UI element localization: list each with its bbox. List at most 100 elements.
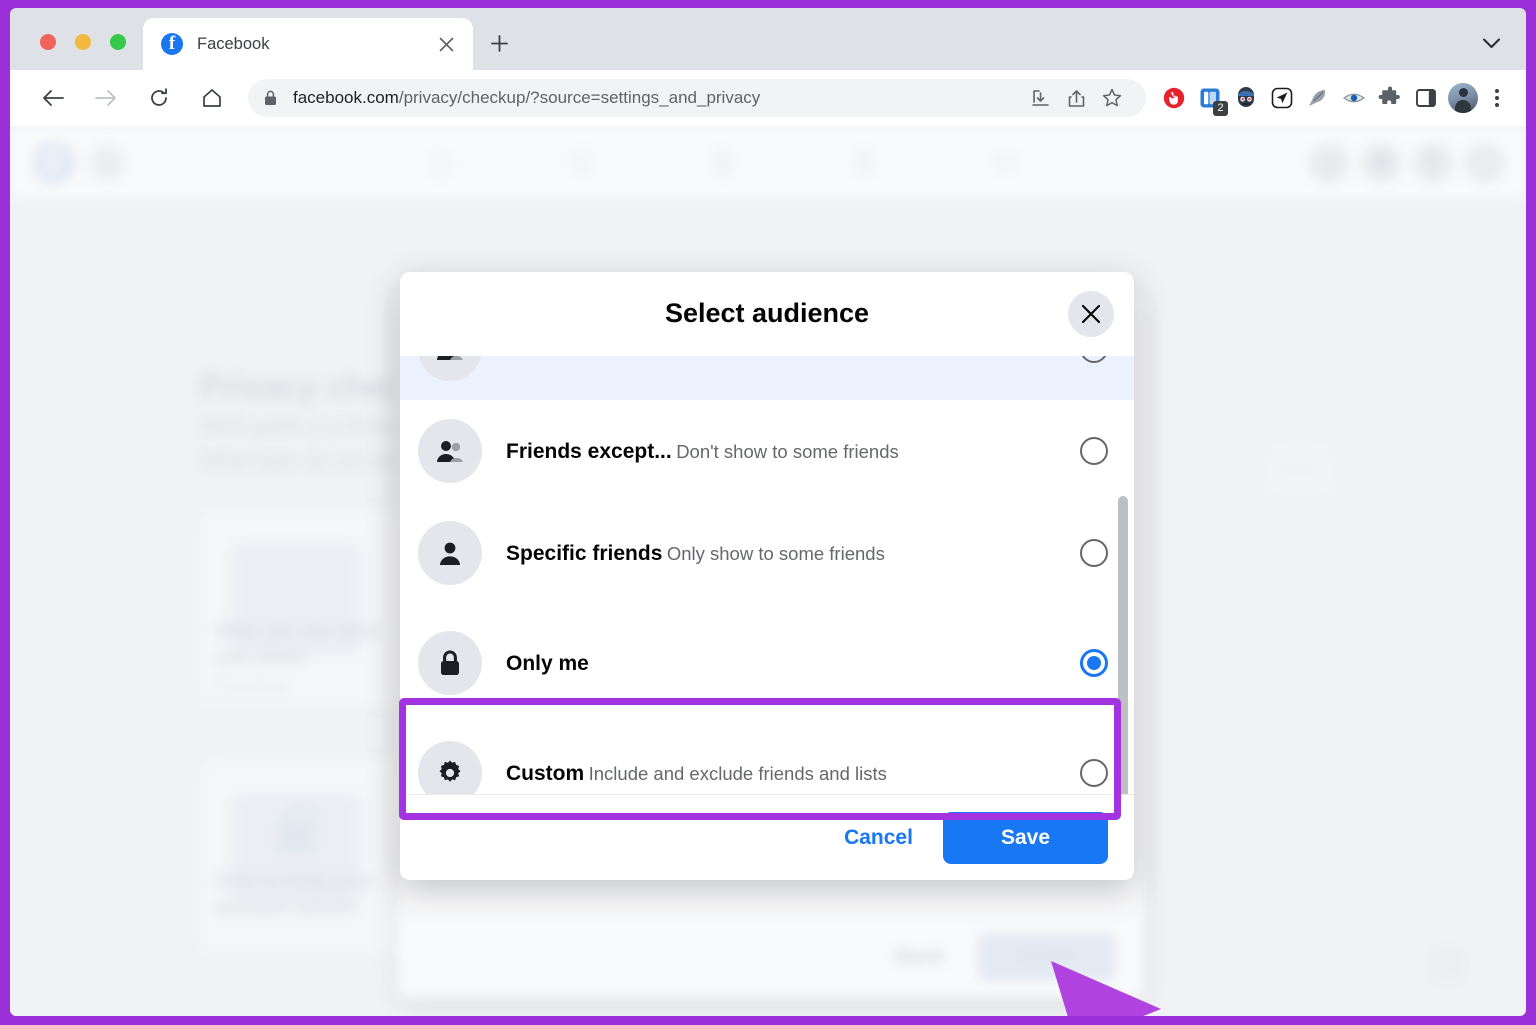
modal-header: Select audience: [400, 272, 1134, 356]
browser-profile-avatar[interactable]: [1448, 83, 1478, 113]
notifications-bell-icon[interactable]: [1412, 141, 1454, 184]
card-title: How to keep your account secure: [216, 871, 375, 918]
audience-option-subtitle: Include and exclude friends and lists: [588, 762, 887, 784]
close-window-button[interactable]: [40, 34, 56, 50]
back-button[interactable]: Back: [876, 935, 962, 979]
messenger-icon[interactable]: [1360, 141, 1402, 184]
select-audience-modal: Select audience Friends except... Don't …: [400, 272, 1134, 880]
audience-option-custom[interactable]: Custom Include and exclude friends and l…: [400, 722, 1134, 794]
reading-list-icon[interactable]: 2: [1194, 82, 1228, 116]
lock-icon: [264, 90, 280, 106]
download-icon[interactable]: [1022, 81, 1058, 115]
minimize-window-button[interactable]: [75, 34, 91, 50]
audience-option-text: Only me: [506, 650, 1080, 677]
audience-option-text: Custom Include and exclude friends and l…: [506, 760, 1080, 787]
facebook-favicon-icon: [161, 33, 183, 55]
audience-option-radio-selected[interactable]: [1080, 649, 1108, 677]
window-traffic-lights: [40, 34, 126, 50]
facebook-nav-tabs: [370, 126, 1076, 199]
home-icon[interactable]: [195, 81, 229, 115]
frame-inner: Facebook: [10, 8, 1526, 1016]
close-icon[interactable]: [1068, 291, 1114, 337]
search-icon[interactable]: [86, 141, 128, 184]
tab-close-icon[interactable]: [433, 31, 459, 57]
facebook-logo[interactable]: [32, 140, 76, 185]
audience-option-radio[interactable]: [1080, 759, 1108, 787]
save-button[interactable]: Save: [942, 811, 1108, 864]
url-path: /privacy/checkup/?source=settings_and_pr…: [398, 88, 761, 107]
audience-option-text: Friends except... Don't show to some fri…: [506, 438, 1080, 465]
maximize-window-button[interactable]: [110, 34, 126, 50]
browser-toolbar: facebook.com/privacy/checkup/?source=set…: [10, 70, 1526, 126]
audience-option-title: Friends: [506, 356, 582, 361]
kebab-menu-icon[interactable]: [1482, 81, 1512, 115]
omnibox-actions: [1012, 81, 1130, 115]
facebook-profile-avatar[interactable]: [1464, 141, 1506, 184]
audience-option-title: Only me: [506, 651, 589, 675]
audience-options-list[interactable]: Friends Your friends on Facebook Friend: [400, 356, 1134, 794]
extension-badge-count: 2: [1213, 101, 1228, 116]
lock-icon: [418, 631, 482, 695]
modal-title: Select audience: [664, 298, 870, 328]
audience-option-radio[interactable]: [1080, 356, 1108, 363]
card-title: Who can see what you share: [216, 621, 381, 668]
chevron-down-icon[interactable]: [1478, 30, 1504, 56]
send-paper-plane-icon[interactable]: [1266, 82, 1298, 114]
url-host: facebook.com: [293, 88, 399, 107]
facebook-nav-home-icon[interactable]: [385, 135, 497, 191]
url-text: facebook.com/privacy/checkup/?source=set…: [293, 88, 760, 108]
modal-footer: Cancel Save: [400, 794, 1134, 880]
audience-option-friends-except[interactable]: Friends except... Don't show to some fri…: [400, 400, 1134, 502]
audience-option[interactable]: Friends Your friends on Facebook: [400, 356, 1134, 400]
more-options-icon[interactable]: •••: [1265, 445, 1335, 493]
modal-scrollbar-thumb[interactable]: [1118, 496, 1128, 794]
audience-option-radio[interactable]: [1080, 437, 1108, 465]
share-icon[interactable]: [1058, 81, 1094, 115]
privacy-topic-card[interactable]: How to keep your account secure: [200, 760, 405, 955]
audience-option-subtitle: Don't show to some friends: [676, 440, 899, 462]
puzzle-extensions-icon[interactable]: [1374, 82, 1406, 114]
adblock-icon[interactable]: [1158, 82, 1190, 114]
browser-window: Facebook: [10, 8, 1526, 1016]
facebook-nav-right: [1308, 126, 1506, 199]
audience-option-radio[interactable]: [1080, 539, 1108, 567]
gear-icon: [418, 741, 482, 794]
menu-grid-icon[interactable]: [1308, 141, 1350, 184]
audience-option-title: Custom: [506, 761, 585, 785]
annotated-screenshot-frame: Facebook: [0, 0, 1536, 1025]
audience-option-text: Friends Your friends on Facebook: [506, 356, 1080, 363]
facebook-nav-groups-icon[interactable]: [808, 135, 920, 191]
robot-avatar-icon[interactable]: [1230, 82, 1262, 114]
facebook-nav-marketplace-icon[interactable]: [667, 135, 779, 191]
back-arrow-icon[interactable]: [36, 81, 70, 115]
bookmark-star-icon[interactable]: [1094, 81, 1130, 115]
browser-extensions: 2: [1158, 82, 1442, 116]
audience-option-only-me[interactable]: Only me: [400, 604, 1134, 722]
feather-icon[interactable]: [1302, 82, 1334, 114]
tab-title: Facebook: [197, 34, 270, 53]
audience-option-title: Specific friends: [506, 541, 663, 565]
browser-tab-strip: Facebook: [10, 8, 1526, 70]
card-meta: 2 days ago: [216, 679, 285, 695]
audience-option-subtitle: Your friends on Facebook: [586, 356, 796, 360]
friends-except-icon: [418, 419, 482, 483]
friends-icon: [418, 356, 482, 381]
audience-option-friends-clipped[interactable]: Friends Your friends on Facebook: [400, 356, 1134, 400]
edit-square-icon[interactable]: [1430, 948, 1464, 982]
cancel-button[interactable]: Cancel: [824, 814, 933, 862]
facebook-nav-gaming-icon[interactable]: [949, 135, 1061, 191]
side-panel-icon[interactable]: [1410, 82, 1442, 114]
eye-icon[interactable]: [1338, 82, 1370, 114]
privacy-topic-card[interactable]: Who can see what you share 2 days ago: [200, 510, 405, 705]
facebook-nav-video-icon[interactable]: [526, 135, 638, 191]
audience-option-text: Specific friends Only show to some frien…: [506, 540, 1080, 567]
browser-tab-facebook[interactable]: Facebook: [143, 18, 473, 70]
audience-option-specific-friends[interactable]: Specific friends Only show to some frien…: [400, 502, 1134, 604]
forward-arrow-icon[interactable]: [89, 81, 123, 115]
facebook-top-nav: [10, 126, 1526, 200]
address-bar[interactable]: facebook.com/privacy/checkup/?source=set…: [248, 79, 1146, 117]
new-tab-button[interactable]: [484, 28, 514, 58]
reload-icon[interactable]: [142, 81, 176, 115]
next-button[interactable]: Next: [978, 932, 1116, 981]
specific-friends-icon: [418, 521, 482, 585]
